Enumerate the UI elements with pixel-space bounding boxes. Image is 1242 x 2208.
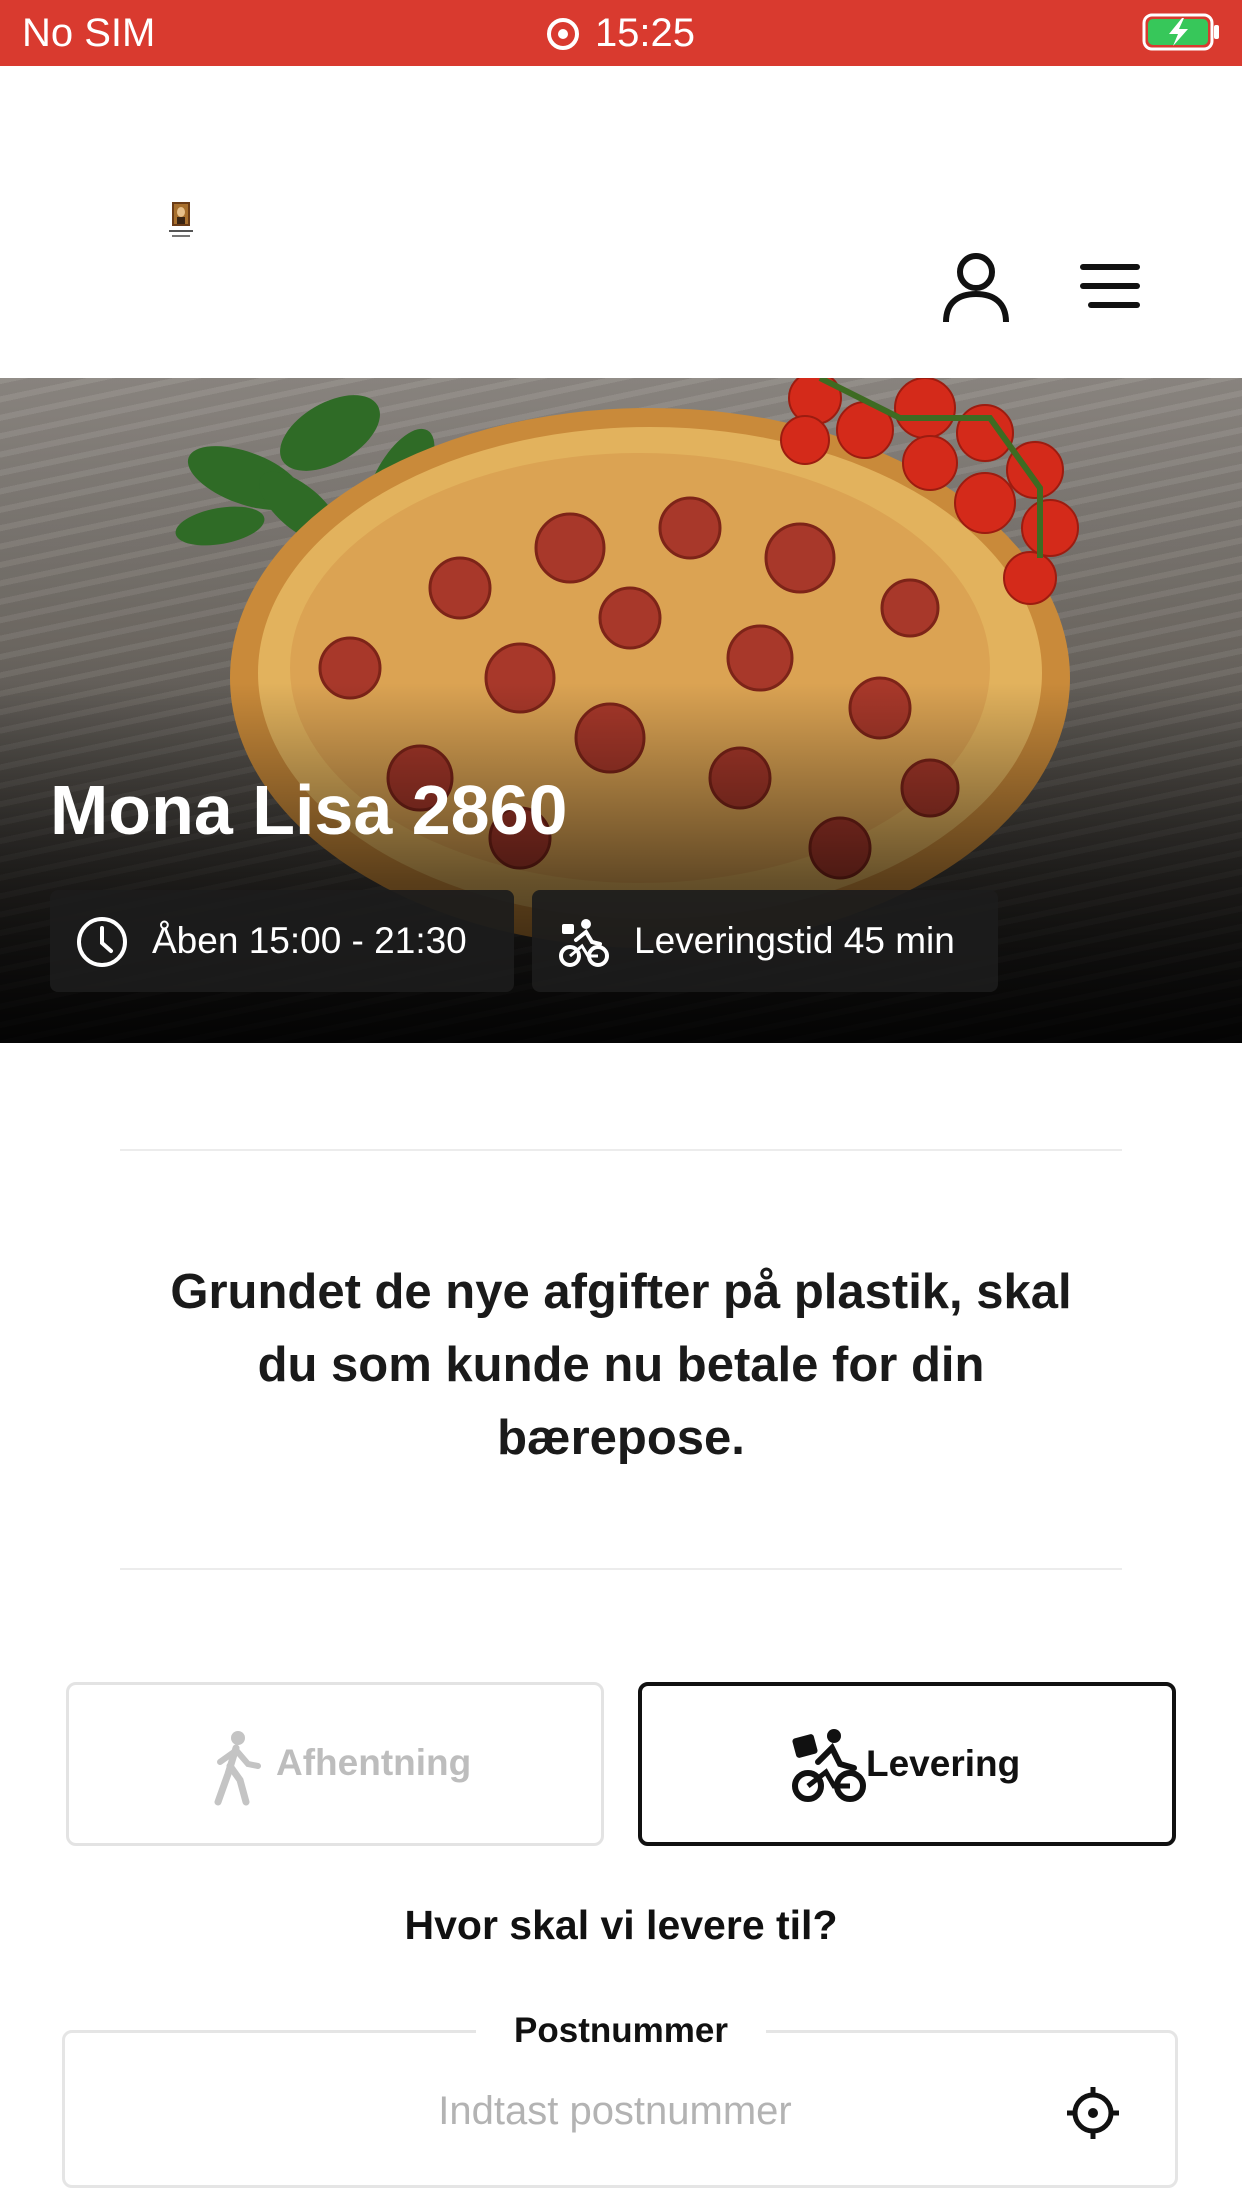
divider-top bbox=[120, 1149, 1122, 1151]
status-bar: No SIM 15:25 bbox=[0, 0, 1242, 66]
menu-icon[interactable] bbox=[1078, 262, 1142, 310]
delivery-bike-icon bbox=[792, 1729, 866, 1802]
divider-bottom bbox=[120, 1568, 1122, 1570]
delivery-time-badge: Leveringstid 45 min bbox=[532, 890, 998, 992]
pickup-label: Afhentning bbox=[276, 1742, 472, 1783]
postal-code-label: Postnummer bbox=[476, 2006, 766, 2056]
postal-code-input[interactable] bbox=[205, 2079, 1025, 2143]
pickup-button[interactable]: Afhentning bbox=[66, 1682, 604, 1846]
delivery-bike-icon bbox=[559, 919, 609, 967]
delivery-time-text: Leveringstid 45 min bbox=[634, 920, 955, 961]
screen-recording-icon bbox=[546, 18, 579, 50]
battery-charging-icon bbox=[1142, 13, 1219, 51]
user-icon[interactable] bbox=[942, 252, 1010, 324]
delivery-button[interactable]: Levering bbox=[638, 1682, 1176, 1846]
status-time: 15:25 bbox=[594, 11, 696, 55]
delivery-label: Levering bbox=[866, 1743, 1021, 1784]
app-header bbox=[0, 66, 1242, 378]
walking-icon bbox=[214, 1731, 261, 1806]
opening-hours-badge: Åben 15:00 - 21:30 bbox=[50, 890, 514, 992]
clock-icon bbox=[77, 917, 127, 967]
hero-banner: Mona Lisa 2860 Åben 15:00 - 21:30 Leveri… bbox=[0, 378, 1242, 1043]
crosshair-location-icon[interactable] bbox=[1065, 2085, 1121, 2141]
plastic-bag-notice: Grundet de nye afgifter på plastik, skal… bbox=[170, 1265, 1072, 1465]
opening-hours-text: Åben 15:00 - 21:30 bbox=[152, 920, 467, 961]
restaurant-name: Mona Lisa 2860 bbox=[50, 771, 568, 849]
restaurant-logo[interactable] bbox=[166, 200, 196, 242]
status-time-group: 15:25 bbox=[0, 10, 1242, 56]
delivery-question: Hvor skal vi levere til? bbox=[404, 1902, 838, 1948]
